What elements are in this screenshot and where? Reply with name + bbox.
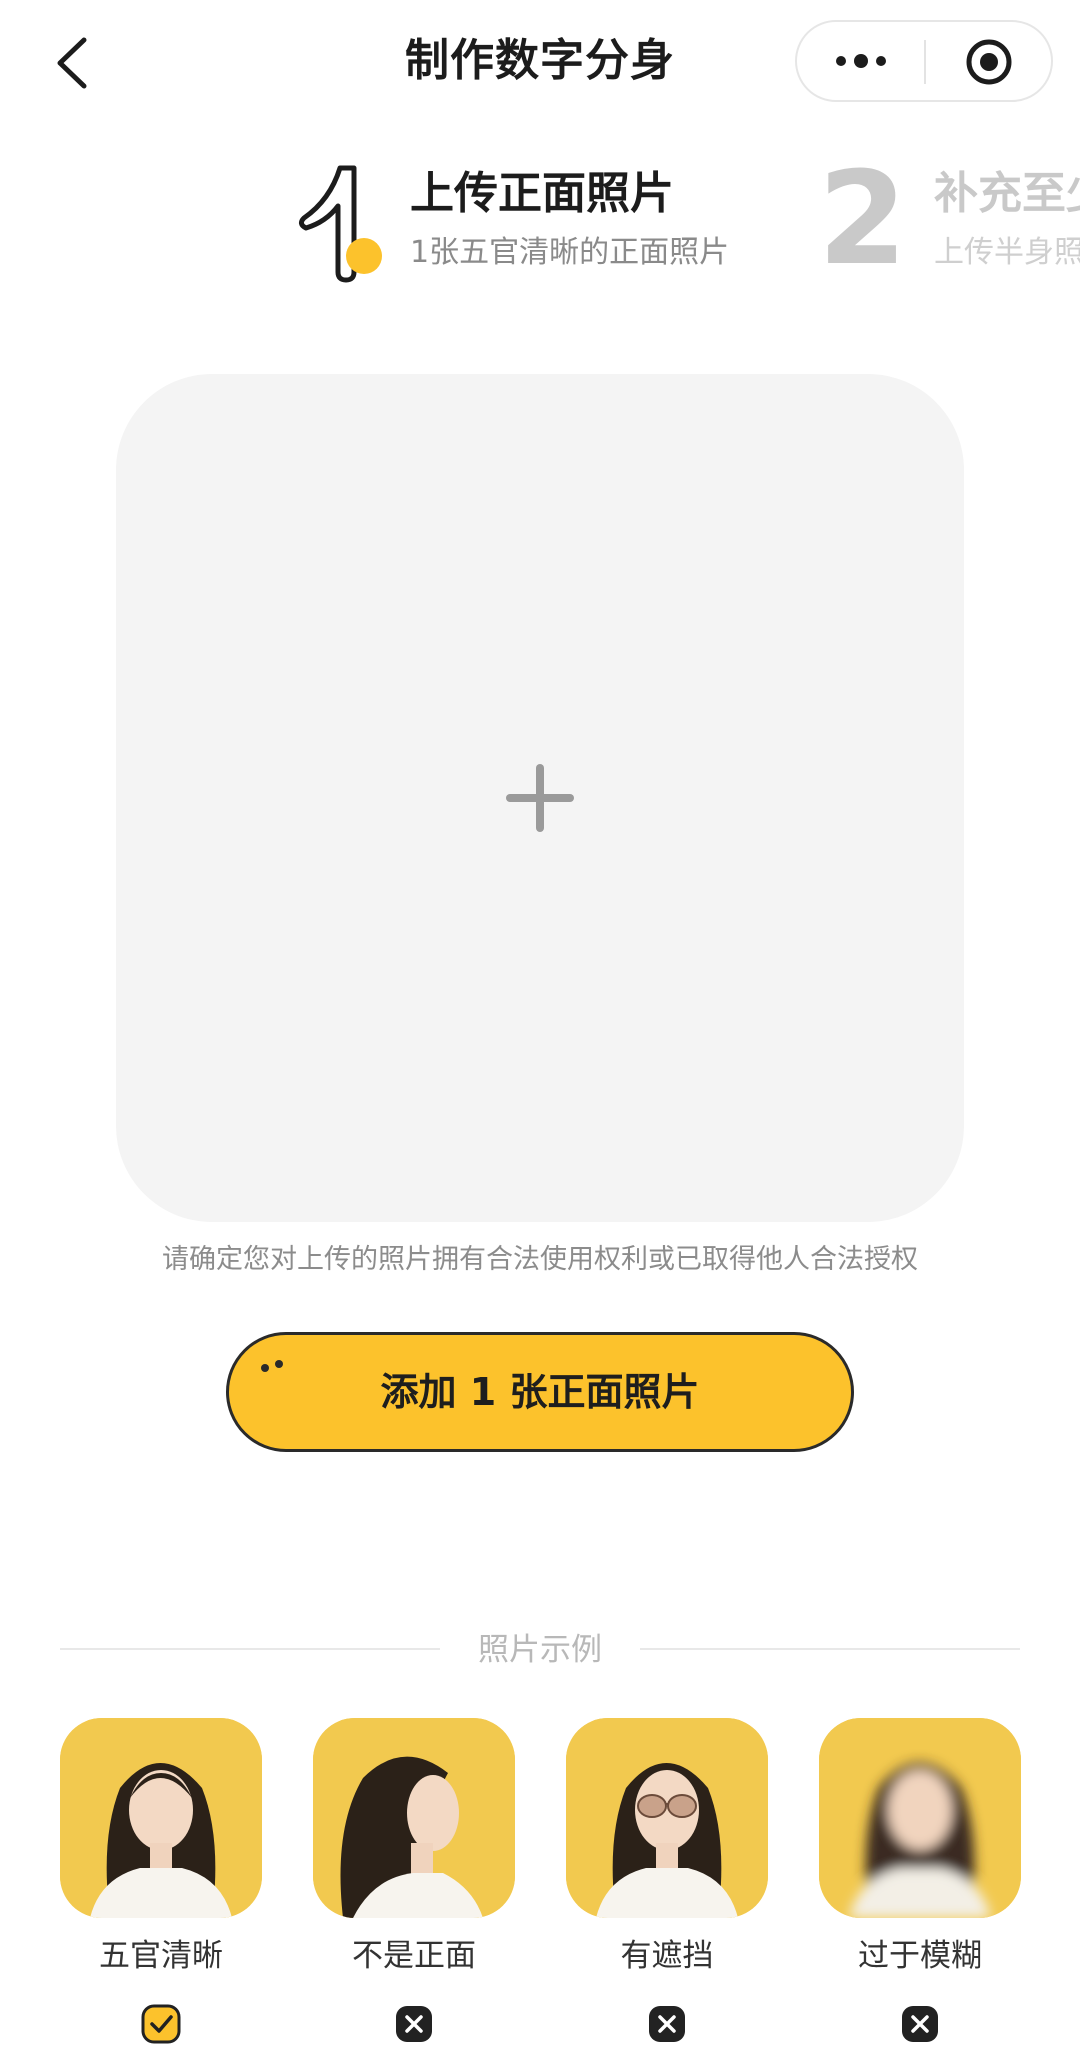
step-1-subtitle: 1张五官清晰的正面照片 bbox=[410, 235, 730, 270]
example-item-obstructed: 有遮挡 bbox=[566, 1718, 768, 2044]
example-photo bbox=[566, 1718, 768, 1918]
check-icon bbox=[141, 2004, 181, 2044]
target-icon bbox=[966, 39, 1012, 85]
example-item-blurry: 过于模糊 bbox=[819, 1718, 1021, 2044]
example-photo bbox=[60, 1718, 262, 1918]
example-status bbox=[566, 2004, 768, 2044]
add-front-photo-button[interactable]: 添加 1 张正面照片 bbox=[226, 1332, 854, 1452]
close-miniprogram-button[interactable] bbox=[926, 22, 1051, 100]
step-2-subtitle: 上传半身照 bbox=[934, 235, 1080, 270]
example-status bbox=[60, 2004, 262, 2044]
example-status bbox=[819, 2004, 1021, 2044]
add-button-label: 添加 1 张正面照片 bbox=[380, 1370, 700, 1414]
cross-icon bbox=[902, 2006, 938, 2042]
step-2-number: 2 bbox=[818, 145, 908, 294]
rights-disclaimer: 请确定您对上传的照片拥有合法使用权利或已取得他人合法授权 bbox=[162, 1244, 918, 1275]
example-item-not-front: 不是正面 bbox=[313, 1718, 515, 2044]
step-2-title: 补充至少 bbox=[934, 168, 1080, 219]
example-photo bbox=[313, 1718, 515, 1918]
examples-title: 照片示例 bbox=[478, 1632, 602, 1668]
example-status bbox=[313, 2004, 515, 2044]
step-1-number bbox=[296, 160, 396, 285]
example-label: 有遮挡 bbox=[620, 1938, 714, 1974]
cross-icon bbox=[396, 2006, 432, 2042]
example-label: 五官清晰 bbox=[99, 1938, 223, 1974]
plus-icon bbox=[506, 764, 574, 832]
more-button[interactable] bbox=[797, 22, 924, 100]
example-label: 不是正面 bbox=[352, 1938, 476, 1974]
example-photo bbox=[819, 1718, 1021, 1918]
example-label: 过于模糊 bbox=[858, 1938, 982, 1974]
step-1-title: 上传正面照片 bbox=[410, 168, 674, 219]
more-dots-icon bbox=[836, 54, 886, 68]
mini-program-capsule bbox=[795, 20, 1053, 102]
cross-icon bbox=[649, 2006, 685, 2042]
example-item-clear: 五官清晰 bbox=[60, 1718, 262, 2044]
